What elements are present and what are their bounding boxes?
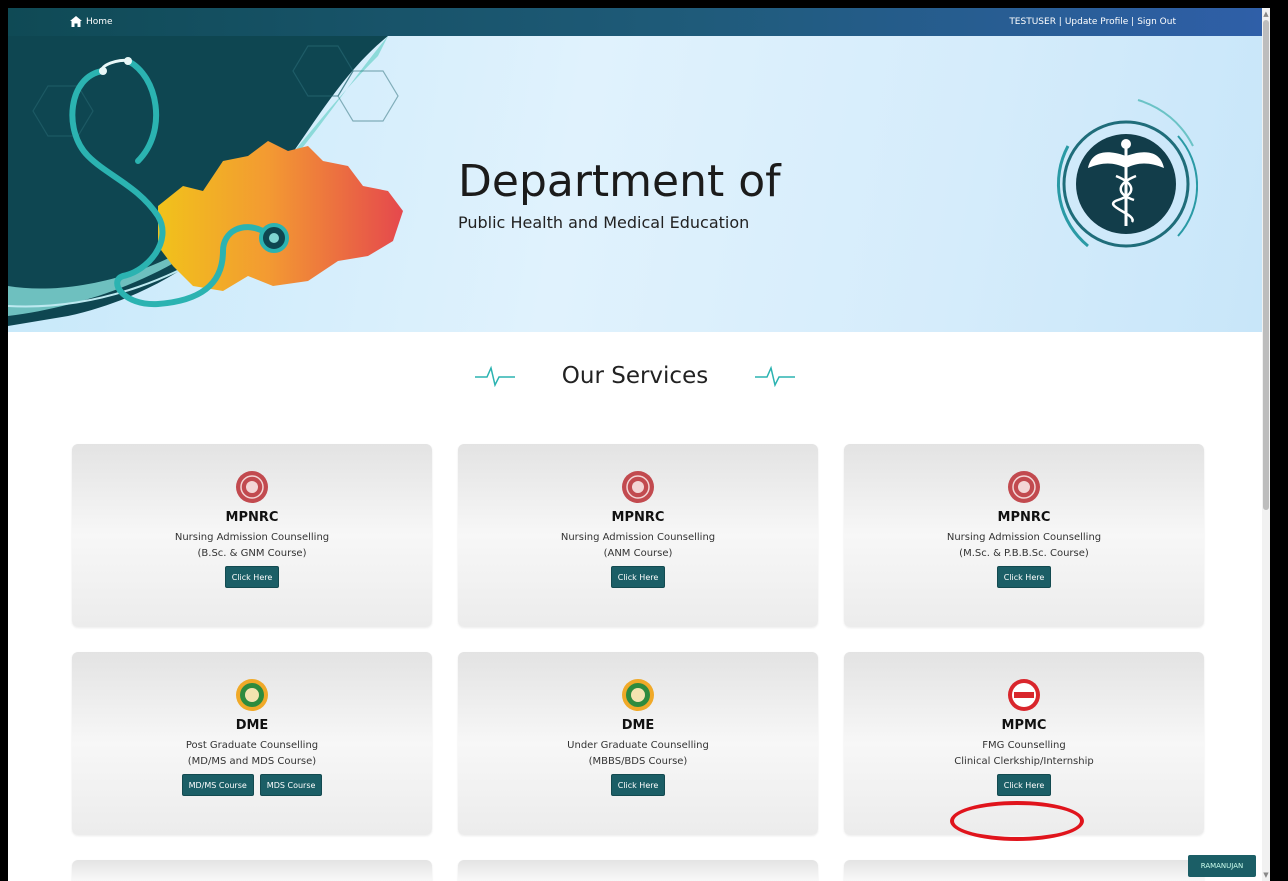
card-line1: Post Graduate Counselling	[185, 740, 319, 751]
mpmc-logo-icon	[1008, 679, 1040, 711]
hero-banner: Department of Public Health and Medical …	[8, 36, 1262, 332]
caduceus-emblem-icon	[1056, 99, 1198, 248]
service-card-mpnrc-msc: MPNRC Nursing Admission Counselling (M.S…	[844, 444, 1204, 627]
card-line2: (ANM Course)	[603, 548, 673, 559]
card-actions: Click Here	[458, 566, 818, 588]
service-card-mpnrc-anm: MPNRC Nursing Admission Counselling (ANM…	[458, 444, 818, 627]
services-heading: Our Services	[8, 363, 1262, 389]
corner-tag[interactable]: RAMANUJAN	[1188, 855, 1256, 877]
pulse-line-icon	[755, 365, 796, 387]
mpnrc-logo-icon	[622, 471, 654, 503]
card-actions: MD/MS Course MDS Course	[72, 774, 432, 796]
card-org: MPMC	[1001, 718, 1047, 733]
click-here-button[interactable]: Click Here	[224, 566, 280, 588]
card-line2: (M.Sc. & P.B.B.Sc. Course)	[959, 548, 1089, 559]
highlight-annotation	[950, 801, 1084, 841]
home-icon	[70, 16, 82, 27]
banner-title-block: Department of Public Health and Medical …	[458, 156, 781, 232]
top-nav-bar: Home TESTUSER | Update Profile | Sign Ou…	[8, 8, 1262, 36]
mds-course-button[interactable]: MDS Course	[259, 774, 323, 796]
card-line2: (MD/MS and MDS Course)	[187, 756, 317, 767]
mpnrc-logo-icon	[236, 471, 268, 503]
card-line1: Under Graduate Counselling	[567, 740, 709, 751]
page-title: Department of	[458, 156, 781, 207]
card-actions: Click Here	[72, 566, 432, 588]
card-line2: (MBBS/BDS Course)	[588, 756, 688, 767]
browser-page: Home TESTUSER | Update Profile | Sign Ou…	[8, 8, 1270, 881]
card-org: MPNRC	[997, 510, 1051, 525]
scroll-up-arrow-icon[interactable]: ▲	[1263, 10, 1269, 18]
card-org: DME	[235, 718, 269, 733]
card-line1: Nursing Admission Counselling	[174, 532, 330, 543]
card-description: Nursing Admission Counselling (ANM Cours…	[458, 530, 818, 562]
card-description: Post Graduate Counselling (MD/MS and MDS…	[72, 738, 432, 770]
click-here-button[interactable]: Click Here	[996, 566, 1052, 588]
scroll-thumb[interactable]	[1263, 20, 1269, 510]
card-line2: (B.Sc. & GNM Course)	[197, 548, 307, 559]
card-line1: FMG Counselling	[982, 740, 1066, 751]
card-description: Nursing Admission Counselling (B.Sc. & G…	[72, 530, 432, 562]
dme-logo-icon	[622, 679, 654, 711]
card-org: MPNRC	[611, 510, 665, 525]
card-line1: Nursing Admission Counselling	[560, 532, 716, 543]
page-subtitle: Public Health and Medical Education	[458, 213, 750, 232]
card-line1: Nursing Admission Counselling	[946, 532, 1102, 543]
home-label: Home	[86, 16, 113, 27]
dme-logo-icon	[236, 679, 268, 711]
card-description: Nursing Admission Counselling (M.Sc. & P…	[844, 530, 1204, 562]
stethoscope-map-illustration	[8, 36, 403, 326]
username-label: TESTUSER |	[1009, 17, 1062, 27]
vertical-scrollbar[interactable]: ▲ ▼	[1262, 8, 1270, 881]
card-actions: Click Here	[458, 774, 818, 796]
click-here-button[interactable]: Click Here	[610, 774, 666, 796]
click-here-button[interactable]: Click Here	[610, 566, 666, 588]
service-card-partial	[844, 860, 1204, 881]
update-profile-link[interactable]: Update Profile |	[1065, 17, 1134, 27]
pulse-line-icon	[474, 365, 515, 387]
card-description: FMG Counselling Clinical Clerkship/Inter…	[844, 738, 1204, 770]
card-actions: Click Here	[844, 774, 1204, 796]
card-line2: Clinical Clerkship/Internship	[954, 756, 1094, 767]
services-title: Our Services	[561, 363, 709, 389]
scroll-down-arrow-icon[interactable]: ▼	[1263, 871, 1269, 879]
card-org: MPNRC	[225, 510, 279, 525]
card-description: Under Graduate Counselling (MBBS/BDS Cou…	[458, 738, 818, 770]
card-org: DME	[621, 718, 655, 733]
click-here-button[interactable]: Click Here	[996, 774, 1052, 796]
md-ms-course-button[interactable]: MD/MS Course	[181, 774, 254, 796]
service-card-dme-pg: DME Post Graduate Counselling (MD/MS and…	[72, 652, 432, 835]
sign-out-link[interactable]: Sign Out	[1137, 17, 1176, 27]
service-card-partial	[72, 860, 432, 881]
user-menu: TESTUSER | Update Profile | Sign Out	[1009, 17, 1176, 27]
home-link[interactable]: Home	[70, 16, 113, 27]
mpnrc-logo-icon	[1008, 471, 1040, 503]
service-card-mpnrc-bsc-gnm: MPNRC Nursing Admission Counselling (B.S…	[72, 444, 432, 627]
service-card-partial	[458, 860, 818, 881]
card-actions: Click Here	[844, 566, 1204, 588]
service-card-dme-ug: DME Under Graduate Counselling (MBBS/BDS…	[458, 652, 818, 835]
